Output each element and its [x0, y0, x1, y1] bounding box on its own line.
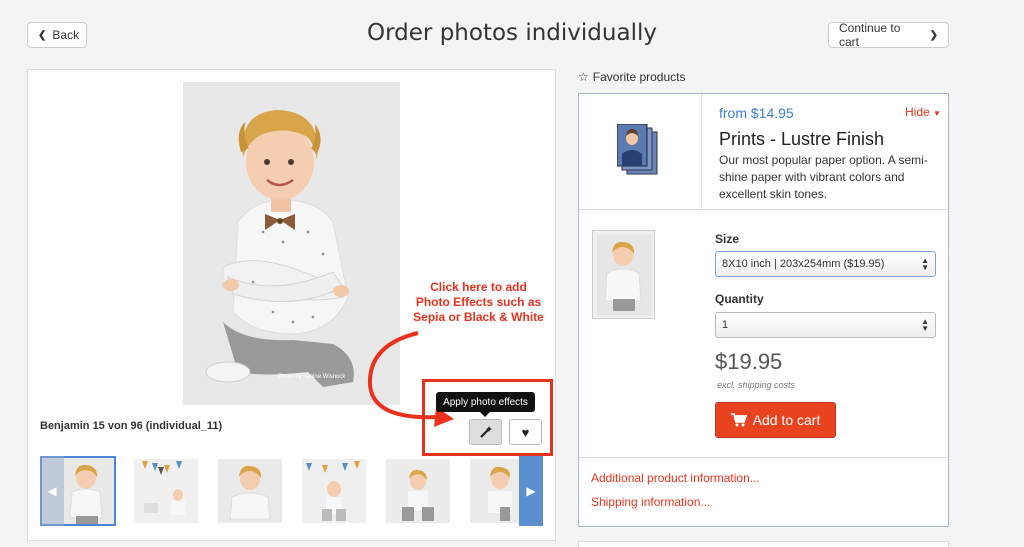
product-description: Our most popular paper option. A semi-sh…	[719, 153, 928, 201]
chevron-right-icon: ❯	[929, 29, 938, 41]
quantity-select-value: 1	[722, 319, 729, 331]
selected-photo-image	[597, 235, 652, 316]
product-configuration: Size 8X10 inch | 203x254mm ($19.95) ▲ ▼ Q…	[579, 210, 948, 458]
product-panel: from $14.95 Hide ▼ Prints - Lustre Finis…	[578, 93, 949, 527]
hide-link[interactable]: Hide ▼	[905, 105, 941, 119]
photo-effects-annotation: Click here to add Photo Effects such as …	[406, 280, 551, 325]
prints-product-image	[617, 124, 658, 175]
thumbnail-next-button[interactable]: ▶	[519, 456, 543, 526]
thumbnail-image	[386, 459, 450, 523]
shipping-note: excl. shipping costs	[717, 380, 796, 390]
from-price: from $14.95	[719, 105, 794, 121]
next-product-card	[578, 541, 949, 547]
continue-to-cart-button[interactable]: Continue to cart ❯	[828, 21, 949, 49]
star-icon: ☆	[578, 70, 589, 84]
photo-panel: Photo by Janine Wisnock Benjamin 15 von …	[27, 69, 556, 541]
thumbnail-5[interactable]	[386, 459, 450, 523]
heart-icon: ♥	[521, 424, 530, 440]
caret-down-icon: ▼	[933, 109, 941, 118]
size-label: Size	[715, 232, 740, 246]
product-image-cell	[579, 94, 702, 210]
photo-caption: Benjamin 15 von 96 (individual_11)	[40, 420, 223, 432]
quantity-label: Quantity	[715, 292, 764, 306]
select-arrows-icon: ▲ ▼	[921, 256, 929, 272]
select-arrows-icon: ▲ ▼	[921, 317, 929, 333]
apply-effects-tooltip: Apply photo effects	[436, 392, 535, 417]
order-photos-page: ❮ Back Order photos individually Continu…	[0, 0, 1024, 547]
favorite-products-label: Favorite products	[592, 70, 686, 84]
size-select[interactable]: 8X10 inch | 203x254mm ($19.95) ▲ ▼	[715, 251, 936, 277]
favorite-button[interactable]: ♥	[509, 419, 542, 445]
magic-wand-icon	[479, 426, 492, 438]
thumbnail-image	[134, 459, 198, 523]
thumbnail-image	[302, 459, 366, 523]
chevron-left-icon: ◀	[47, 484, 57, 498]
size-select-value: 8X10 inch | 203x254mm ($19.95)	[722, 258, 885, 270]
quantity-select[interactable]: 1 ▲ ▼	[715, 312, 936, 338]
thumbnail-image	[218, 459, 282, 523]
annotation-line-1: Click here to add	[430, 280, 527, 294]
thumbnail-strip: ◀ ▶	[40, 456, 545, 526]
add-to-cart-button[interactable]: Add to cart	[715, 402, 836, 438]
product-title: Prints - Lustre Finish	[719, 129, 885, 149]
apply-photo-effects-button[interactable]	[469, 419, 502, 445]
favorite-products-header: ☆ Favorite products	[578, 70, 685, 84]
additional-product-info-link[interactable]: Additional product information...	[591, 471, 760, 485]
annotation-line-2: Photo Effects such as	[415, 295, 542, 309]
shipping-info-link[interactable]: Shipping information...	[591, 495, 710, 509]
product-price: $19.95	[715, 349, 783, 374]
add-to-cart-label: Add to cart	[752, 412, 821, 428]
chevron-right-icon: ▶	[526, 484, 536, 498]
thumbnail-prev-button[interactable]: ◀	[40, 456, 64, 526]
thumbnail-2[interactable]	[134, 459, 198, 523]
product-summary: from $14.95 Hide ▼ Prints - Lustre Finis…	[579, 94, 948, 210]
continue-button-label: Continue to cart	[839, 21, 901, 49]
photo-watermark: Photo by Janine Wisnock	[278, 374, 346, 380]
thumbnail-3[interactable]	[218, 459, 282, 523]
annotation-line-3: Sepia or Black & White	[413, 310, 544, 324]
selected-photo-thumbnail	[592, 230, 655, 319]
shopping-cart-icon	[730, 413, 747, 427]
thumbnail-4[interactable]	[302, 459, 366, 523]
hide-link-label: Hide	[905, 105, 930, 119]
